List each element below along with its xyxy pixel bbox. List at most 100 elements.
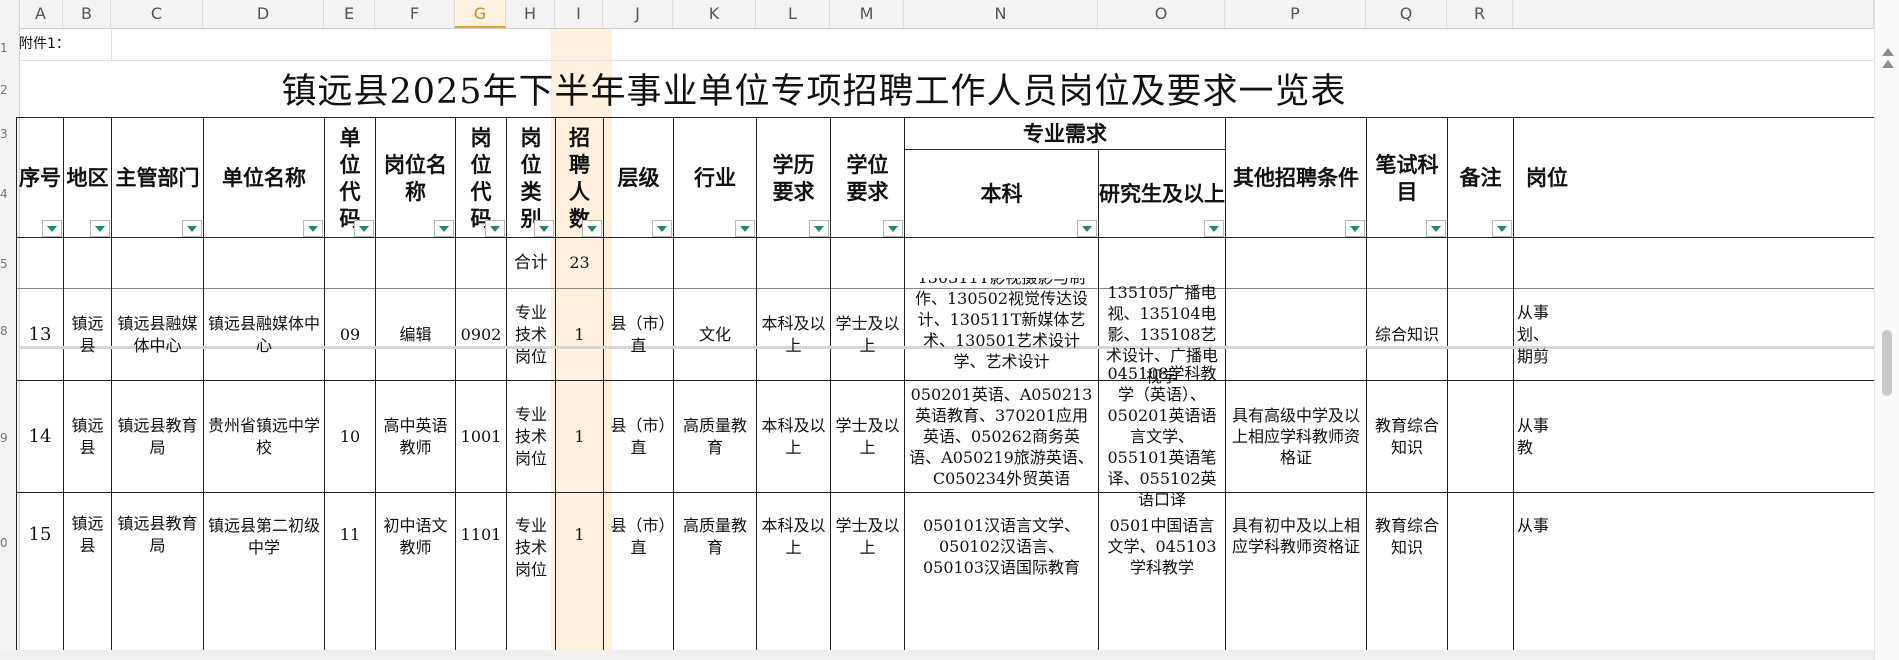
col-header-h[interactable]: H: [506, 0, 555, 28]
scrollbar-thumb[interactable]: [1882, 330, 1892, 396]
cell-undergrad[interactable]: 050101汉语言文学、050102汉语言、050103汉语国际教育: [905, 515, 1098, 599]
filter-dropdown-button[interactable]: [1204, 220, 1224, 237]
cell-unit-code[interactable]: 10: [325, 381, 375, 492]
cell-dept[interactable]: 镇远县教育局: [112, 493, 203, 577]
cell-post-name[interactable]: 编辑: [376, 289, 455, 380]
col-header-g[interactable]: G: [455, 0, 506, 28]
vertical-scrollbar[interactable]: [1874, 0, 1899, 660]
cell-post-type[interactable]: 专业技术岗位: [507, 289, 555, 380]
cell-remark[interactable]: [1448, 493, 1513, 577]
cell-level[interactable]: 县（市）直: [604, 381, 673, 492]
filter-dropdown-button[interactable]: [42, 220, 62, 237]
cell-degree[interactable]: 学士及以上: [831, 515, 904, 599]
cell-edu[interactable]: 本科及以上: [757, 289, 830, 380]
cell-seq[interactable]: 14: [17, 381, 63, 492]
cell-level[interactable]: 县（市）直: [604, 515, 673, 599]
select-all-corner[interactable]: [0, 0, 20, 28]
filter-dropdown-button[interactable]: [1077, 220, 1097, 237]
total-value[interactable]: 23: [556, 238, 603, 288]
filter-dropdown-button[interactable]: [303, 220, 323, 237]
filter-dropdown-button[interactable]: [735, 220, 755, 237]
cell-unit[interactable]: 镇远县第二初级中学: [204, 515, 324, 599]
filter-dropdown-button[interactable]: [883, 220, 903, 237]
cell-other[interactable]: 具有高级中学及以上相应学科教师资格证: [1226, 381, 1366, 492]
cell-post-code[interactable]: 1101: [456, 493, 506, 577]
cell-post-type[interactable]: 专业技术岗位: [507, 381, 555, 492]
cell-dept[interactable]: 镇远县融媒体中心: [112, 289, 203, 380]
col-header-d[interactable]: D: [203, 0, 324, 28]
cell-post-code[interactable]: 1001: [456, 381, 506, 492]
cell-seq[interactable]: 15: [17, 493, 63, 577]
col-header-s[interactable]: [1513, 0, 1874, 28]
horizontal-scrollbar[interactable]: [0, 650, 1874, 660]
cell-edu[interactable]: 本科及以上: [757, 515, 830, 599]
cell-remark[interactable]: [1448, 289, 1513, 380]
spreadsheet[interactable]: A B C D E F G H I J K L M N O P Q R 1 2 …: [0, 0, 1899, 660]
col-header-i[interactable]: I: [555, 0, 603, 28]
col-header-a[interactable]: A: [19, 0, 63, 28]
filter-dropdown-button[interactable]: [90, 220, 110, 237]
col-header-m[interactable]: M: [830, 0, 904, 28]
cell-exam[interactable]: 教育综合知识: [1367, 381, 1447, 492]
cell-undergrad[interactable]: 130305广播电视编导、130311T影视摄影与制作、130502视觉传达设计…: [905, 278, 1098, 380]
cell-count[interactable]: 1: [556, 493, 603, 577]
cell-seq[interactable]: 13: [17, 289, 63, 380]
cell-unit-code[interactable]: 11: [325, 493, 375, 577]
filter-dropdown-button[interactable]: [582, 220, 602, 237]
filter-dropdown-button[interactable]: [809, 220, 829, 237]
filter-dropdown-button[interactable]: [1492, 220, 1512, 237]
col-header-k[interactable]: K: [673, 0, 756, 28]
filter-dropdown-button[interactable]: [434, 220, 454, 237]
cell-exam[interactable]: 教育综合知识: [1367, 515, 1447, 599]
cell-unit[interactable]: 贵州省镇远中学校: [204, 381, 324, 492]
filter-dropdown-button[interactable]: [1345, 220, 1365, 237]
cell-level[interactable]: 县（市）直: [604, 289, 673, 380]
cell-post-code[interactable]: 0902: [456, 289, 506, 380]
cell-post-type[interactable]: 专业技术岗位: [507, 515, 555, 599]
cell-post-name[interactable]: 初中语文教师: [376, 515, 455, 599]
cell-count[interactable]: 1: [556, 289, 603, 380]
filter-dropdown-button[interactable]: [182, 220, 202, 237]
cell-undergrad[interactable]: 050201英语、A050213英语教育、370201应用英语、050262商务…: [905, 381, 1098, 492]
cell-duty[interactable]: 从事教: [1514, 381, 1564, 492]
col-header-j[interactable]: J: [603, 0, 673, 28]
cell-unit[interactable]: 镇远县融媒体中心: [204, 289, 324, 380]
cell-exam[interactable]: 综合知识: [1367, 289, 1447, 380]
col-header-p[interactable]: P: [1225, 0, 1366, 28]
filter-dropdown-button[interactable]: [485, 220, 505, 237]
col-header-q[interactable]: Q: [1366, 0, 1447, 28]
filter-dropdown-button[interactable]: [1426, 220, 1446, 237]
col-header-b[interactable]: B: [63, 0, 111, 28]
filter-dropdown-button[interactable]: [534, 220, 554, 237]
cell-grad[interactable]: 045108学科教学（英语）、050201英语语言文学、055101英语笔译、0…: [1099, 364, 1225, 509]
cell-degree[interactable]: 学士及以上: [831, 381, 904, 492]
cell-region[interactable]: 镇远县: [64, 493, 111, 577]
cell-industry[interactable]: 文化: [674, 289, 756, 380]
cell-duty[interactable]: 从事: [1514, 515, 1564, 599]
cell-unit-code[interactable]: 09: [325, 289, 375, 380]
cell-region[interactable]: 镇远县: [64, 289, 111, 380]
cell-industry[interactable]: 高质量教育: [674, 381, 756, 492]
filter-dropdown-button[interactable]: [354, 220, 374, 237]
total-label[interactable]: 合计: [507, 238, 555, 288]
col-header-o[interactable]: O: [1098, 0, 1225, 28]
cell-duty[interactable]: 从事划、期剪: [1514, 289, 1564, 380]
cell-other[interactable]: [1226, 289, 1366, 380]
cell-edu[interactable]: 本科及以上: [757, 381, 830, 492]
cell-region[interactable]: 镇远县: [64, 381, 111, 492]
filter-dropdown-button[interactable]: [652, 220, 672, 237]
cell-degree[interactable]: 学士及以上: [831, 289, 904, 380]
col-header-n[interactable]: N: [904, 0, 1098, 28]
cell-post-name[interactable]: 高中英语教师: [376, 381, 455, 492]
cell-remark[interactable]: [1448, 381, 1513, 492]
cell-count[interactable]: 1: [556, 381, 603, 492]
cell-other[interactable]: 具有初中及以上相应学科教师资格证: [1226, 515, 1366, 599]
col-header-c[interactable]: C: [111, 0, 203, 28]
cell-dept[interactable]: 镇远县教育局: [112, 381, 203, 492]
col-header-l[interactable]: L: [756, 0, 830, 28]
scroll-up-icon[interactable]: [1882, 48, 1894, 56]
cell-industry[interactable]: 高质量教育: [674, 515, 756, 599]
cell-grad[interactable]: 0501中国语言文学、045103学科教学: [1099, 515, 1225, 599]
row-header-1[interactable]: 1: [0, 41, 19, 55]
col-header-e[interactable]: E: [324, 0, 375, 28]
